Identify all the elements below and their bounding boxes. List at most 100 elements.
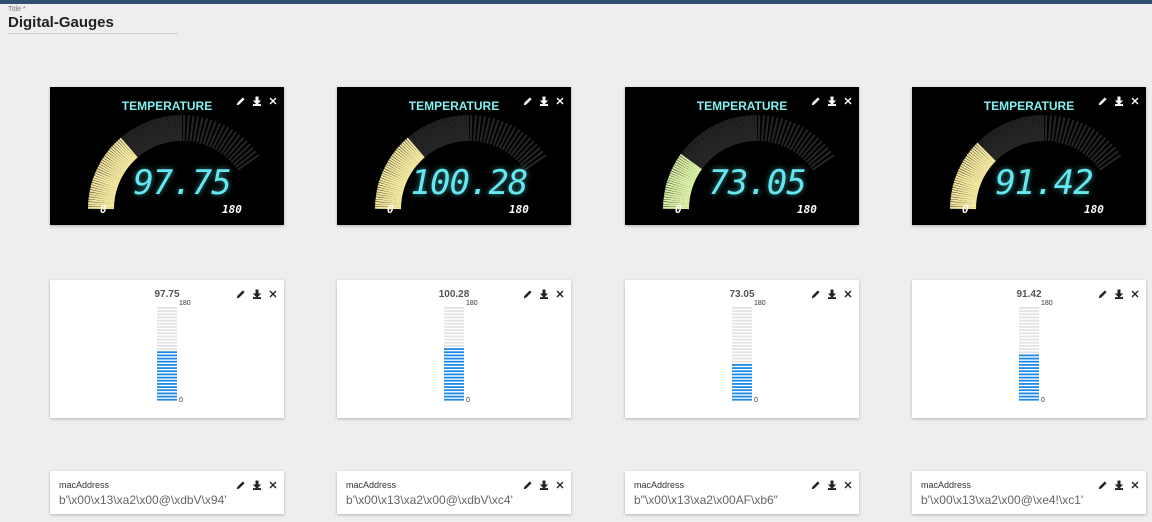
bar-segment-empty xyxy=(157,348,177,350)
bar-segment-filled xyxy=(732,398,752,401)
bar-segment-filled xyxy=(157,370,177,373)
download-button[interactable] xyxy=(827,477,837,491)
bar-segment-empty xyxy=(732,348,752,350)
bar-segment-empty xyxy=(1019,351,1039,354)
close-button[interactable] xyxy=(555,477,565,489)
bar-level xyxy=(732,307,752,401)
temperature-gauge-widget: TEMPERATURE 91.42 0 180 xyxy=(912,87,1146,225)
bar-segment-empty xyxy=(444,307,464,309)
edit-button[interactable] xyxy=(236,477,246,490)
temperature-gauge-widget: TEMPERATURE 73.05 0 180 xyxy=(625,87,859,225)
bar-segment-filled xyxy=(444,360,464,363)
mac-address-value: b'\x00\x13\xa2\x00@\xdbV\x94' xyxy=(59,493,227,507)
bar-segment-filled xyxy=(1019,392,1039,395)
bar-segment-filled xyxy=(444,379,464,382)
bar-segment-empty xyxy=(1019,310,1039,312)
pencil-icon xyxy=(523,481,532,490)
gauge-segment-empty xyxy=(177,115,181,142)
gauge-arc xyxy=(87,114,260,210)
bar-segment-filled xyxy=(732,395,752,398)
bar-segment-empty xyxy=(444,319,464,322)
bar-segment-empty xyxy=(444,313,464,316)
bar-segment-filled xyxy=(444,395,464,398)
bar-segment-empty xyxy=(732,338,752,341)
bar-segment-empty xyxy=(1019,332,1039,335)
gauge-min-label: 0 xyxy=(387,203,394,216)
bar-segment-empty xyxy=(157,335,177,338)
bar-max-label: 180 xyxy=(1041,300,1053,307)
widget-toolbar xyxy=(236,477,278,491)
bar-segment-empty xyxy=(732,322,752,325)
bar-segment-filled xyxy=(1019,364,1039,366)
bar-segment-empty xyxy=(157,341,177,344)
bar-segment-empty xyxy=(1019,329,1039,331)
bar-segment-empty xyxy=(732,326,752,328)
download-icon xyxy=(252,480,262,491)
download-button[interactable] xyxy=(1114,477,1124,491)
bar-segment-empty xyxy=(1019,335,1039,338)
bar-segment-filled xyxy=(157,398,177,401)
bar-segment-empty xyxy=(444,322,464,325)
pencil-icon xyxy=(236,481,245,490)
mac-address-widget: macAddress b'\x00\x13\xa2\x00@\xdbV\xc4' xyxy=(337,471,571,514)
mac-address-label: macAddress xyxy=(634,480,685,490)
bar-segment-filled xyxy=(444,364,464,366)
close-button[interactable] xyxy=(843,477,853,489)
bar-segment-filled xyxy=(444,354,464,357)
widget-toolbar xyxy=(811,477,853,491)
gauge-arc xyxy=(949,114,1122,210)
close-button[interactable] xyxy=(268,477,278,489)
download-button[interactable] xyxy=(252,477,262,491)
bar-level xyxy=(1019,307,1039,401)
gauge-segment-empty xyxy=(761,115,765,142)
download-button[interactable] xyxy=(539,477,549,491)
bar-segment-filled xyxy=(157,395,177,398)
bar-segment-empty xyxy=(444,316,464,319)
dashboard-title[interactable]: Digital-Gauges xyxy=(8,14,180,32)
bar-segment-empty xyxy=(1019,326,1039,328)
bar-segment-empty xyxy=(732,313,752,316)
gauge-segment-empty xyxy=(1044,114,1048,142)
gauge-segment-empty xyxy=(464,115,468,142)
bar-segment-empty xyxy=(444,345,464,347)
close-icon xyxy=(1131,481,1139,489)
bar-segment-filled xyxy=(444,383,464,385)
download-icon xyxy=(827,480,837,491)
bar-segment-filled xyxy=(444,398,464,401)
bar-segment-filled xyxy=(444,357,464,360)
bar-segment-filled xyxy=(157,373,177,376)
bar-segment-filled xyxy=(1019,386,1039,388)
bar-segment-empty xyxy=(732,351,752,354)
bar-segment-empty xyxy=(732,316,752,319)
bar-segment-empty xyxy=(1019,345,1039,347)
bar-segment-filled xyxy=(157,379,177,382)
gauge-segment-empty xyxy=(1051,115,1057,142)
edit-button[interactable] xyxy=(1098,477,1108,490)
gauge-arc xyxy=(662,114,835,210)
title-field[interactable]: Title * Digital-Gauges xyxy=(8,6,180,34)
gauge-segment-empty xyxy=(473,115,477,142)
bar-segment-filled xyxy=(732,386,752,388)
download-icon xyxy=(1114,480,1124,491)
bar-min-label: 0 xyxy=(466,397,470,404)
bar-segment-filled xyxy=(1019,398,1039,401)
bar-level xyxy=(157,307,177,401)
mac-address-label: macAddress xyxy=(921,480,972,490)
bar-max-label: 180 xyxy=(754,300,766,307)
edit-button[interactable] xyxy=(523,477,533,490)
close-button[interactable] xyxy=(1130,477,1140,489)
bar-segment-filled xyxy=(732,383,752,385)
bar-segment-filled xyxy=(1019,367,1039,369)
bar-segment-empty xyxy=(732,360,752,363)
bar-segment-empty xyxy=(444,341,464,344)
mac-address-value: b'\x00\x13\xa2\x00@\xdbV\xc4' xyxy=(346,493,513,507)
bar-segment-filled xyxy=(444,348,464,350)
temperature-gauge-widget: TEMPERATURE 100.28 0 180 xyxy=(337,87,571,225)
bar-segment-filled xyxy=(444,367,464,369)
edit-button[interactable] xyxy=(811,477,821,490)
bar-segment-filled xyxy=(732,373,752,376)
close-icon xyxy=(269,481,277,489)
title-underline xyxy=(8,33,178,34)
bar-segment-empty xyxy=(157,307,177,309)
bar-segment-filled xyxy=(732,392,752,395)
